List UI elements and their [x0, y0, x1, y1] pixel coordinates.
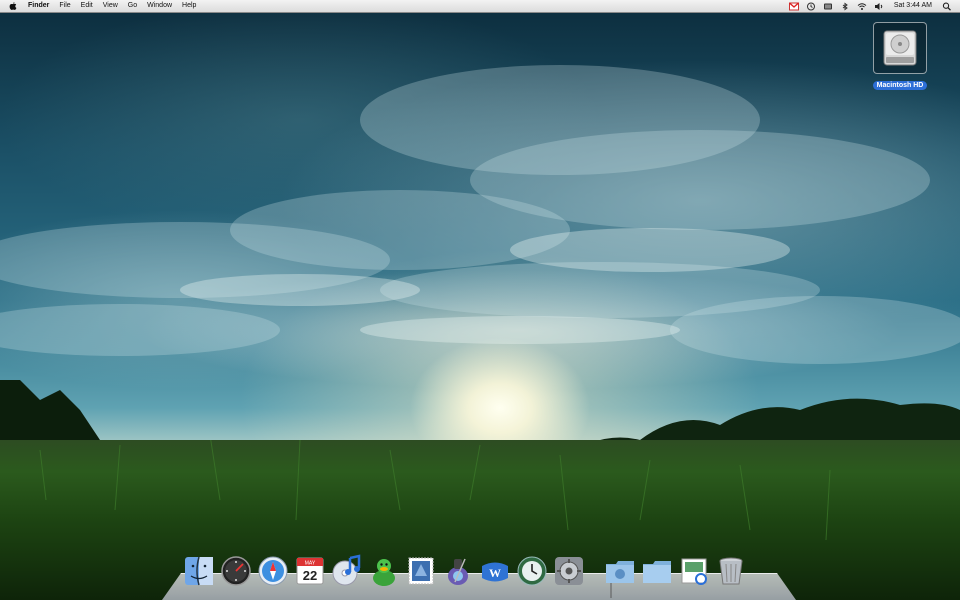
menu-view[interactable]: View — [103, 0, 118, 12]
desktop[interactable] — [0, 0, 960, 600]
system-preferences-icon — [555, 557, 583, 585]
dock-safari[interactable] — [256, 554, 290, 588]
menu-go[interactable]: Go — [128, 0, 137, 12]
menu-clock[interactable]: Sat 3:44 AM — [894, 0, 932, 12]
documents-folder-icon — [643, 561, 671, 583]
trash-icon — [719, 557, 743, 585]
menu-file[interactable]: File — [59, 0, 70, 12]
apple-menu-icon[interactable] — [8, 1, 18, 11]
dock-dashboard[interactable] — [219, 554, 253, 588]
dock-finder[interactable] — [182, 554, 216, 588]
bluetooth-icon[interactable] — [840, 2, 850, 11]
dock-ical[interactable]: MAY 22 — [293, 554, 327, 588]
itunes-icon — [332, 554, 361, 586]
dock-preview[interactable] — [677, 554, 711, 588]
dock-adium[interactable] — [367, 554, 401, 588]
dock-iphoto[interactable] — [441, 554, 475, 588]
hard-drive-icon — [873, 22, 927, 74]
mail-stamp-icon — [408, 557, 434, 585]
calendar-day: 22 — [303, 568, 317, 583]
iphoto-icon — [448, 558, 468, 585]
preview-icon — [681, 558, 707, 585]
time-machine-icon — [517, 556, 547, 586]
menu-bar: Finder File Edit View Go Window Help Sat… — [0, 0, 960, 13]
display-status-icon[interactable] — [823, 2, 833, 11]
menu-window[interactable]: Window — [147, 0, 172, 12]
dock-mail[interactable] — [404, 554, 438, 588]
calendar-icon: MAY 22 — [296, 557, 324, 585]
applications-folder-icon — [606, 561, 634, 583]
adium-duck-icon — [373, 559, 395, 586]
wifi-icon[interactable] — [857, 2, 867, 11]
spotlight-search-icon[interactable] — [942, 2, 952, 11]
volume-icon[interactable] — [874, 2, 884, 11]
dock-system-preferences[interactable] — [552, 554, 586, 588]
gmail-notifier-icon[interactable] — [788, 1, 799, 11]
dock-time-machine[interactable] — [515, 554, 549, 588]
word-icon: W — [482, 562, 508, 582]
svg-text:W: W — [489, 566, 501, 580]
dock-trash[interactable] — [714, 554, 748, 588]
dock-itunes[interactable] — [330, 554, 364, 588]
safari-icon — [258, 556, 288, 586]
dashboard-icon — [221, 556, 251, 586]
dock-word[interactable]: W — [478, 554, 512, 588]
menu-finder[interactable]: Finder — [28, 0, 49, 12]
dock: MAY 22 W — [162, 548, 796, 600]
dock-applications-folder[interactable] — [603, 554, 637, 588]
finder-icon — [185, 556, 213, 586]
menu-edit[interactable]: Edit — [81, 0, 93, 12]
menu-help[interactable]: Help — [182, 0, 196, 12]
macintosh-hd-label: Macintosh HD — [872, 81, 928, 90]
dock-documents-folder[interactable] — [640, 554, 674, 588]
macintosh-hd-desktop-icon[interactable]: Macintosh HD — [870, 22, 930, 92]
time-machine-status-icon[interactable] — [806, 2, 816, 11]
calendar-month: MAY — [305, 561, 316, 567]
